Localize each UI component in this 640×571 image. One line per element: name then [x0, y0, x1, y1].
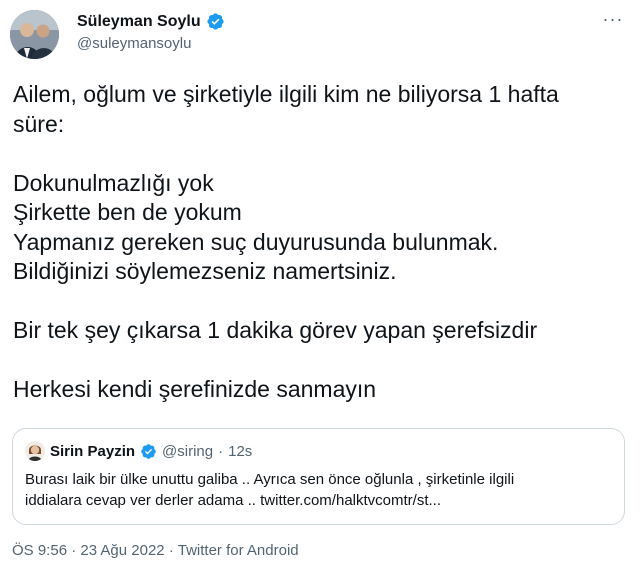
- tweet: Süleyman Soylu @suleymansoylu ··· Ailem,…: [0, 0, 640, 571]
- tweet-metadata: ÖS 9:56 · 23 Ağu 2022 · Twitter for Andr…: [12, 542, 299, 559]
- tweet-time[interactable]: ÖS 9:56: [12, 542, 67, 559]
- quoted-tweet-header: Sirin Payzin @siring · 12s: [25, 441, 252, 461]
- verified-badge-icon: [206, 12, 225, 31]
- author-name[interactable]: Süleyman Soylu: [77, 13, 201, 31]
- tweet-line: Herkesi kendi şerefinizde sanmayın: [13, 376, 377, 402]
- tweet-line: Bildiğinizi söylemezseniz namertsiniz.: [13, 258, 397, 284]
- more-options-button[interactable]: ···: [598, 10, 628, 34]
- tweet-line: Ailem, oğlum ve şirketiyle ilgili kim ne…: [13, 81, 559, 107]
- more-horizontal-icon: ···: [602, 9, 624, 29]
- author-avatar[interactable]: [10, 10, 59, 59]
- quoted-tweet[interactable]: Sirin Payzin @siring · 12s Burası laik b…: [12, 428, 625, 525]
- tweet-date[interactable]: 23 Ağu 2022: [80, 542, 164, 559]
- tweet-line: Bir tek şey çıkarsa 1 dakika görev yapan…: [13, 317, 538, 343]
- tweet-line: Yapmanız gereken suç duyurusunda bulunma…: [13, 228, 499, 255]
- separator-dot: ·: [71, 542, 77, 559]
- author-avatar-image: [10, 10, 59, 59]
- quoted-author-handle[interactable]: @siring: [162, 443, 213, 460]
- tweet-line: Dokunulmazlığı yok: [13, 169, 214, 196]
- author-name-row[interactable]: Süleyman Soylu: [77, 12, 225, 31]
- separator-dot: ·: [168, 542, 174, 559]
- tweet-text: Ailem, oğlum ve şirketiyle ilgili kim ne…: [13, 80, 628, 405]
- quoted-tweet-text: Burası laik bir ülke unuttu galiba .. Ay…: [25, 469, 615, 511]
- author-handle[interactable]: @suleymansoylu: [77, 35, 191, 52]
- quoted-tweet-line: Burası laik bir ülke unuttu galiba .. Ay…: [25, 471, 515, 488]
- tweet-source-link[interactable]: Twitter for Android: [178, 542, 299, 559]
- tweet-line: süre:: [13, 110, 65, 137]
- quoted-tweet-time[interactable]: 12s: [228, 443, 252, 460]
- tweet-line: Şirkette ben de yokum: [13, 199, 242, 225]
- separator-dot: ·: [218, 442, 224, 460]
- quoted-author-avatar[interactable]: [25, 441, 45, 461]
- quoted-author-name[interactable]: Sirin Payzin: [50, 443, 135, 460]
- verified-badge-icon: [140, 443, 157, 460]
- quoted-tweet-line[interactable]: iddialara cevap ver derler adama .. twit…: [25, 490, 615, 511]
